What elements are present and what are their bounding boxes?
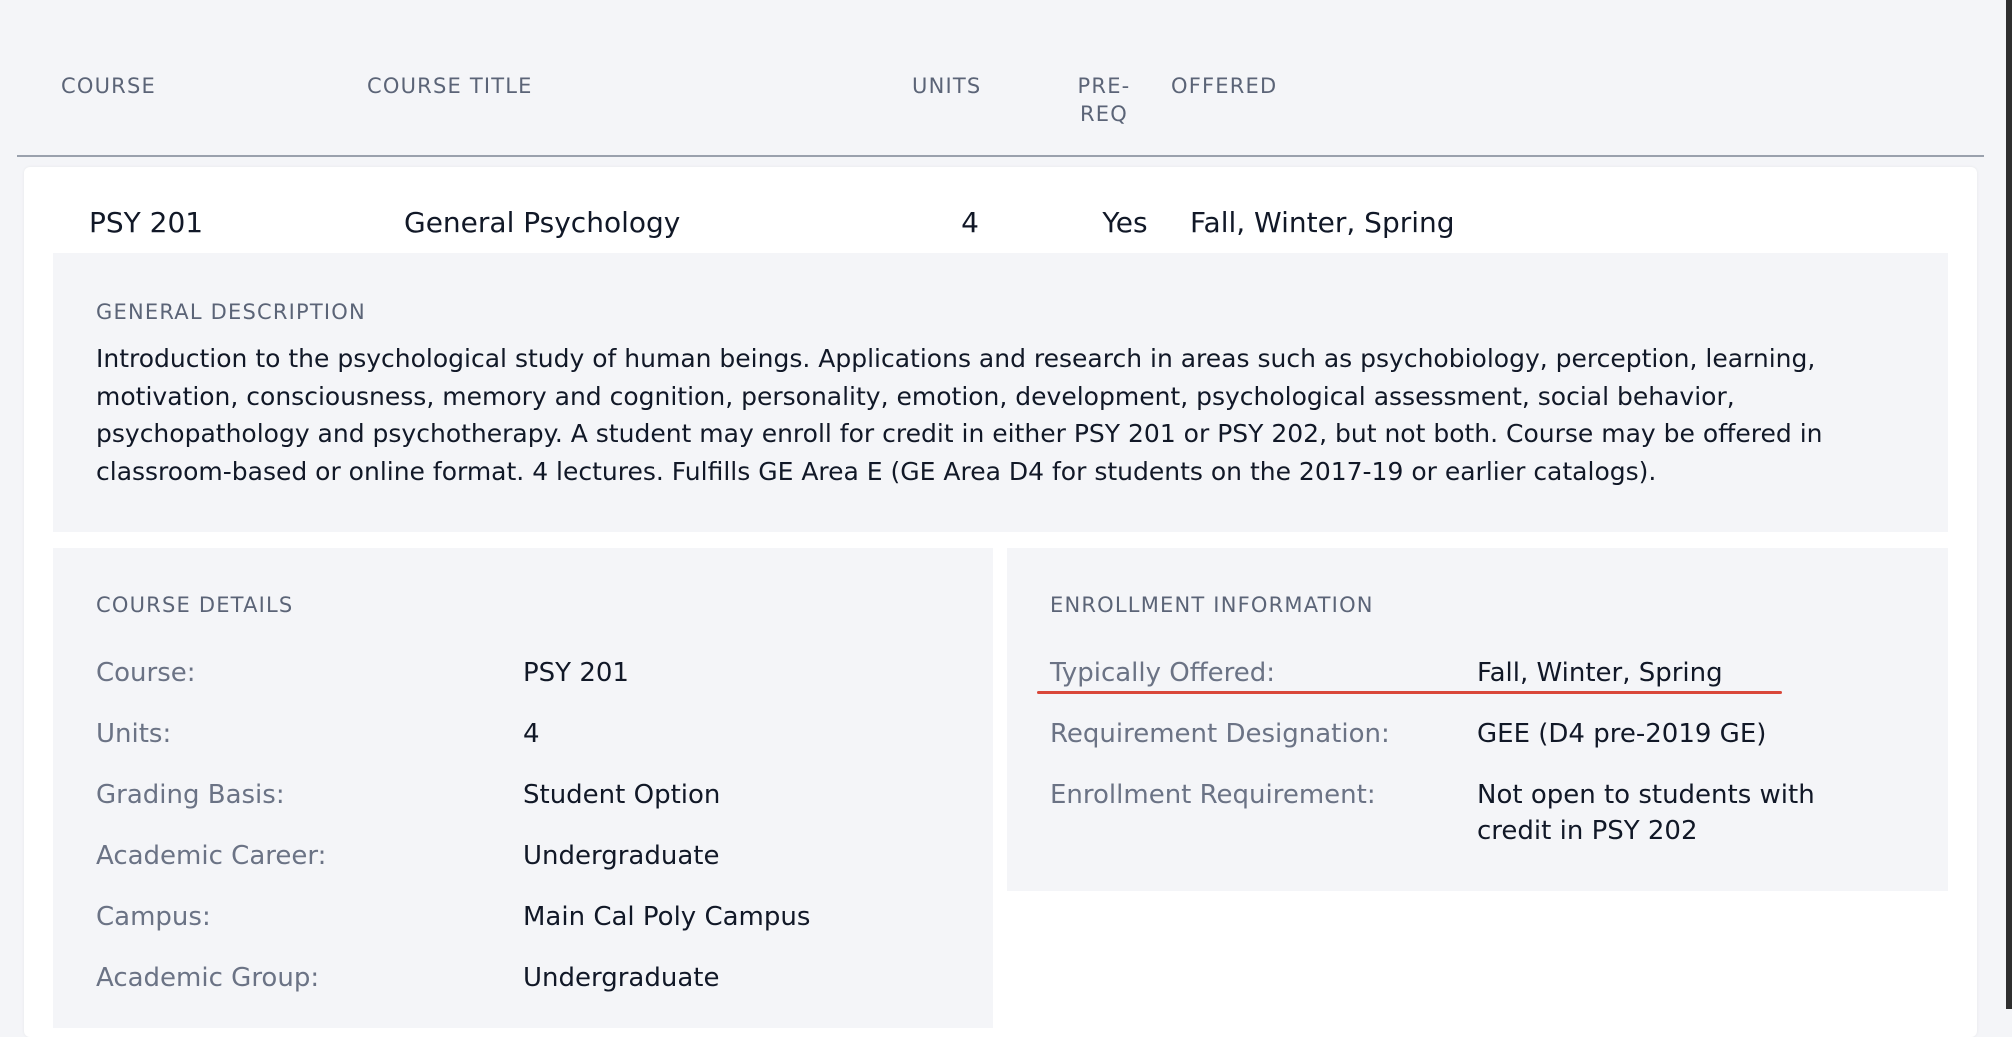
enroll-value: Not open to students with credit in PSY … [1477, 780, 1815, 846]
course-table-header: COURSE COURSE TITLE UNITS PRE- REQ OFFER… [0, 0, 1984, 155]
general-description-panel: GENERAL DESCRIPTION Introduction to the … [53, 253, 1948, 532]
column-header-course-title[interactable]: COURSE TITLE [367, 72, 533, 100]
annotation-underline [1037, 691, 1782, 694]
detail-label: Academic Group: [96, 963, 320, 993]
column-header-prereq-line1: PRE- [1077, 74, 1131, 98]
enroll-label: Typically Offered: [1050, 658, 1276, 688]
detail-value: Main Cal Poly Campus [523, 902, 811, 932]
enroll-value: Fall, Winter, Spring [1477, 658, 1723, 688]
detail-label: Academic Career: [96, 841, 327, 871]
column-header-offered[interactable]: OFFERED [1171, 72, 1277, 100]
enroll-label: Enrollment Requirement: [1050, 780, 1376, 810]
general-description-text: Introduction to the psychological study … [96, 344, 1823, 486]
general-description-heading: GENERAL DESCRIPTION [96, 300, 366, 324]
detail-label: Course: [96, 658, 196, 688]
column-header-course[interactable]: COURSE [61, 72, 156, 100]
enrollment-information-heading: ENROLLMENT INFORMATION [1050, 593, 1374, 617]
window-edge [2006, 0, 2012, 1009]
detail-value: PSY 201 [523, 658, 629, 688]
detail-value: Undergraduate [523, 841, 720, 871]
column-header-prereq[interactable]: PRE- REQ [1074, 72, 1134, 128]
header-divider [17, 155, 1984, 157]
detail-label: Campus: [96, 902, 211, 932]
column-header-prereq-line2: REQ [1080, 102, 1128, 126]
column-header-units[interactable]: UNITS [912, 72, 981, 100]
detail-value: 4 [523, 719, 540, 749]
detail-label: Grading Basis: [96, 780, 285, 810]
enroll-label: Requirement Designation: [1050, 719, 1390, 749]
enrollment-information-panel: ENROLLMENT INFORMATION Typically Offered… [1007, 548, 1948, 891]
detail-label: Units: [96, 719, 172, 749]
course-prereq: Yes [1102, 206, 1148, 239]
course-units: 4 [961, 206, 979, 239]
course-details-panel: COURSE DETAILS Course: PSY 201 Units: 4 … [53, 548, 993, 1028]
detail-value: Undergraduate [523, 963, 720, 993]
detail-value: Student Option [523, 780, 721, 810]
enroll-value: GEE (D4 pre-2019 GE) [1477, 719, 1767, 749]
course-code: PSY 201 [89, 206, 204, 239]
course-details-heading: COURSE DETAILS [96, 593, 294, 617]
course-offered: Fall, Winter, Spring [1190, 206, 1455, 239]
course-title: General Psychology [404, 206, 681, 239]
